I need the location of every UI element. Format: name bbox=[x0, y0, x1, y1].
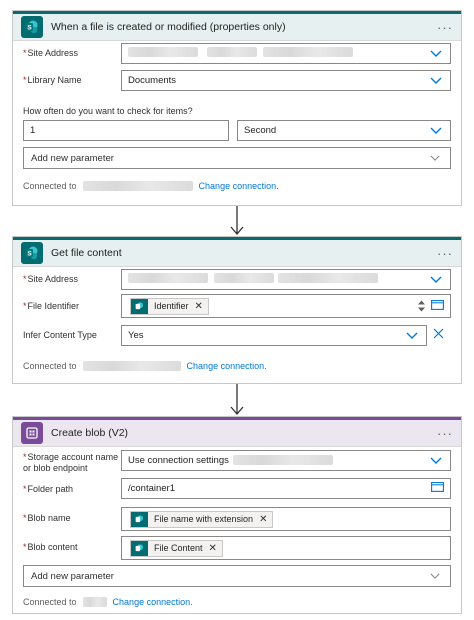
identifier-token[interactable]: Identifier ✕ bbox=[130, 297, 209, 315]
sharepoint-icon bbox=[131, 540, 148, 556]
more-icon[interactable]: ··· bbox=[437, 20, 453, 35]
change-connection-link[interactable]: Change connection. bbox=[199, 181, 279, 191]
connection-info: Connected to Change connection. bbox=[23, 361, 267, 371]
sharepoint-icon: S bbox=[21, 16, 43, 38]
folder-picker-icon[interactable] bbox=[431, 482, 444, 495]
blob-name-label: *Blob name bbox=[23, 513, 71, 523]
card-title: Get file content bbox=[51, 247, 122, 259]
folder-picker-icon[interactable] bbox=[431, 299, 444, 313]
site-address-field[interactable] bbox=[121, 269, 451, 290]
chevron-down-icon[interactable] bbox=[427, 152, 443, 164]
library-name-label: *Library Name bbox=[23, 75, 82, 85]
interval-input[interactable]: 1 bbox=[23, 120, 229, 141]
connection-info: Connected to Change connection. bbox=[23, 181, 279, 191]
sharepoint-icon: S bbox=[21, 242, 43, 264]
library-name-value: Documents bbox=[128, 75, 177, 86]
infer-content-type-select[interactable]: Yes bbox=[121, 325, 427, 346]
add-new-parameter-dropdown[interactable]: Add new parameter bbox=[23, 565, 451, 587]
folder-path-label: *Folder path bbox=[23, 484, 74, 494]
file-identifier-label: *File Identifier bbox=[23, 301, 80, 311]
spin-arrows-icon[interactable] bbox=[418, 300, 425, 312]
create-blob-card: Create blob (V2) ··· *Storage account na… bbox=[12, 416, 462, 614]
add-new-parameter-dropdown[interactable]: Add new parameter bbox=[23, 147, 451, 169]
card-title: When a file is created or modified (prop… bbox=[51, 21, 286, 33]
trigger-card: S When a file is created or modified (pr… bbox=[12, 10, 462, 206]
frequency-label: How often do you want to check for items… bbox=[23, 106, 193, 116]
blob-content-field[interactable]: File Content ✕ bbox=[121, 536, 451, 560]
infer-content-type-label: Infer Content Type bbox=[23, 330, 97, 340]
site-address-field[interactable] bbox=[121, 43, 451, 64]
library-name-field[interactable]: Documents bbox=[121, 70, 451, 91]
chevron-down-icon[interactable] bbox=[428, 125, 444, 137]
remove-token-icon[interactable]: ✕ bbox=[195, 301, 203, 312]
clear-icon[interactable] bbox=[433, 328, 444, 342]
chevron-down-icon[interactable] bbox=[428, 274, 444, 286]
trigger-header[interactable]: S When a file is created or modified (pr… bbox=[13, 11, 461, 41]
file-identifier-field[interactable]: Identifier ✕ bbox=[121, 294, 451, 318]
site-address-label: *Site Address bbox=[23, 48, 79, 58]
chevron-down-icon[interactable] bbox=[427, 570, 443, 582]
svg-text:S: S bbox=[27, 25, 32, 32]
svg-text:S: S bbox=[27, 251, 32, 258]
site-address-label: *Site Address bbox=[23, 274, 79, 284]
more-icon[interactable]: ··· bbox=[437, 426, 453, 441]
remove-token-icon[interactable]: ✕ bbox=[259, 514, 267, 525]
change-connection-link[interactable]: Change connection. bbox=[187, 361, 267, 371]
chevron-down-icon[interactable] bbox=[404, 330, 420, 342]
sharepoint-icon bbox=[131, 511, 148, 527]
storage-account-label: *Storage account name or blob endpoint bbox=[23, 452, 119, 473]
sharepoint-icon bbox=[131, 298, 148, 314]
get-file-content-card: S Get file content ··· *Site Address *Fi… bbox=[12, 236, 462, 384]
folder-path-field[interactable]: /container1 bbox=[121, 478, 451, 499]
connection-info: Connected to Change connection. bbox=[23, 597, 193, 607]
remove-token-icon[interactable]: ✕ bbox=[209, 543, 217, 554]
chevron-down-icon[interactable] bbox=[428, 455, 444, 467]
frequency-unit-select[interactable]: Second bbox=[237, 120, 451, 141]
down-arrow-icon bbox=[229, 384, 245, 416]
chevron-down-icon[interactable] bbox=[428, 75, 444, 87]
blob-content-label: *Blob content bbox=[23, 542, 78, 552]
azure-blob-icon bbox=[21, 422, 43, 444]
chevron-down-icon[interactable] bbox=[428, 48, 444, 60]
change-connection-link[interactable]: Change connection. bbox=[113, 597, 193, 607]
blob-name-field[interactable]: File name with extension ✕ bbox=[121, 507, 451, 531]
storage-account-select[interactable]: Use connection settings bbox=[121, 450, 451, 471]
file-name-token[interactable]: File name with extension ✕ bbox=[130, 510, 274, 528]
more-icon[interactable]: ··· bbox=[437, 246, 453, 261]
get-file-content-header[interactable]: S Get file content ··· bbox=[13, 237, 461, 267]
down-arrow-icon bbox=[229, 206, 245, 236]
card-title: Create blob (V2) bbox=[51, 427, 129, 439]
create-blob-header[interactable]: Create blob (V2) ··· bbox=[13, 417, 461, 447]
file-content-token[interactable]: File Content ✕ bbox=[130, 539, 223, 557]
